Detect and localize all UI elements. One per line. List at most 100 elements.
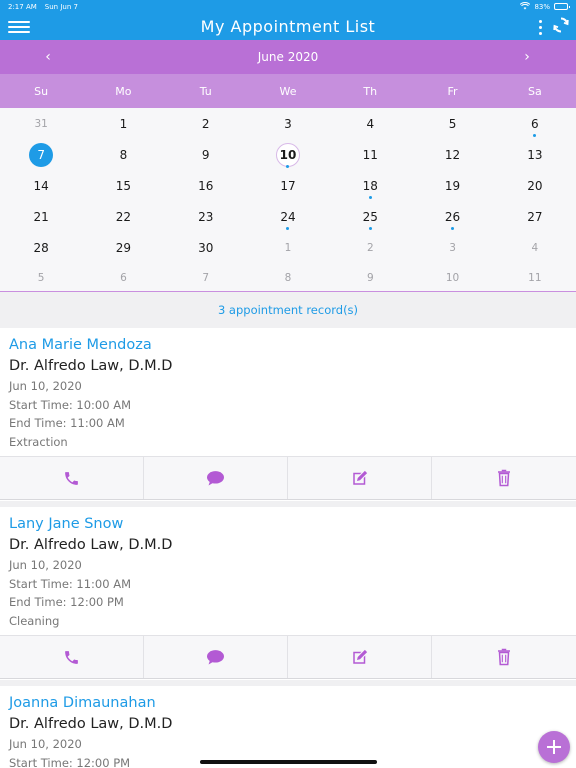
- calendar-day[interactable]: 1: [247, 232, 329, 263]
- calendar-week: 7 8 9 10 11 12 13: [0, 139, 576, 170]
- procedure: Extraction: [9, 434, 68, 449]
- calendar-day[interactable]: 30: [165, 232, 247, 263]
- calendar-day[interactable]: 31: [0, 108, 82, 139]
- calendar-day[interactable]: 11: [329, 139, 411, 170]
- day-number: 31: [34, 117, 48, 130]
- day-number: 30: [198, 240, 214, 255]
- edit-button[interactable]: [288, 457, 432, 499]
- calendar-day[interactable]: 6: [494, 108, 576, 139]
- message-button[interactable]: [144, 636, 288, 678]
- calendar-day[interactable]: 3: [411, 232, 493, 263]
- card-actions: [0, 456, 576, 500]
- calendar-day[interactable]: 22: [82, 201, 164, 232]
- appointment-dot: [451, 227, 455, 230]
- calendar-day[interactable]: 25: [329, 201, 411, 232]
- calendar-day[interactable]: 9: [329, 263, 411, 292]
- calendar-day[interactable]: 17: [247, 170, 329, 201]
- day-number: 9: [201, 147, 210, 162]
- calendar-day[interactable]: 19: [411, 170, 493, 201]
- calendar-day[interactable]: 3: [247, 108, 329, 139]
- calendar-day[interactable]: 1: [82, 108, 164, 139]
- weekday-label: Mo: [115, 84, 132, 98]
- day-number: 29: [115, 240, 132, 255]
- doctor-name: Dr. Alfredo Law, D.M.D: [9, 537, 173, 553]
- appointment-dot: [368, 196, 372, 199]
- edit-icon: [352, 649, 367, 664]
- weekday-label: Fr: [447, 84, 458, 98]
- calendar-day[interactable]: 27: [494, 201, 576, 232]
- add-appointment-button[interactable]: [538, 731, 570, 763]
- calendar-day[interactable]: 29: [82, 232, 164, 263]
- next-month-button[interactable]: ›: [516, 46, 538, 68]
- calendar-day[interactable]: 14: [0, 170, 82, 201]
- calendar-day[interactable]: 26: [411, 201, 493, 232]
- calendar-day[interactable]: 24: [247, 201, 329, 232]
- delete-button[interactable]: [432, 636, 576, 678]
- day-number: 8: [119, 147, 128, 162]
- calendar-day[interactable]: 6: [82, 263, 164, 292]
- day-number: 1: [119, 116, 128, 131]
- call-button[interactable]: [0, 636, 144, 678]
- day-number: 15: [115, 178, 132, 193]
- calendar-day[interactable]: 21: [0, 201, 82, 232]
- calendar-day[interactable]: 7: [165, 263, 247, 292]
- month-header: ‹ June 2020 ›: [0, 40, 576, 74]
- calendar-week: 14 15 16 17 18 19 20: [0, 170, 576, 201]
- kebab-icon[interactable]: [537, 18, 544, 37]
- day-number: 11: [362, 147, 378, 162]
- calendar-day[interactable]: 8: [247, 263, 329, 292]
- calendar-day[interactable]: 8: [82, 139, 164, 170]
- calendar-day[interactable]: 9: [165, 139, 247, 170]
- delete-button[interactable]: [432, 457, 576, 499]
- hamburger-icon[interactable]: [8, 17, 30, 37]
- day-number: 14: [33, 178, 49, 193]
- battery-icon: [554, 3, 570, 10]
- patient-name[interactable]: Lany Jane Snow: [9, 514, 567, 535]
- calendar-day[interactable]: 2: [329, 232, 411, 263]
- doctor-name: Dr. Alfredo Law, D.M.D: [9, 716, 173, 732]
- refresh-icon[interactable]: [552, 16, 570, 38]
- day-number: 9: [366, 271, 374, 284]
- day-number: 5: [448, 116, 457, 131]
- calendar-day[interactable]: 4: [329, 108, 411, 139]
- day-number: 22: [115, 209, 132, 224]
- calendar-day-selected[interactable]: 7: [0, 139, 82, 170]
- calendar-day[interactable]: 18: [329, 170, 411, 201]
- day-number: 7: [29, 142, 54, 167]
- calendar-week: 21 22 23 24 25 26 27: [0, 201, 576, 232]
- message-button[interactable]: [144, 457, 288, 499]
- calendar-day[interactable]: 28: [0, 232, 82, 263]
- phone-icon: [65, 471, 78, 485]
- calendar-day[interactable]: 11: [494, 263, 576, 292]
- status-bar: 2:17 AM Sun Jun 7 83%: [0, 0, 576, 13]
- calendar-day[interactable]: 5: [411, 108, 493, 139]
- status-time: 2:17 AM: [8, 2, 37, 11]
- procedure: Cleaning: [9, 613, 60, 628]
- calendar-day[interactable]: 4: [494, 232, 576, 263]
- day-number: 4: [366, 116, 375, 131]
- patient-name[interactable]: Ana Marie Mendoza: [9, 335, 567, 356]
- edit-button[interactable]: [288, 636, 432, 678]
- calendar-day[interactable]: 12: [411, 139, 493, 170]
- calendar-day[interactable]: 13: [494, 139, 576, 170]
- calendar-day[interactable]: 16: [165, 170, 247, 201]
- day-number: 27: [527, 209, 543, 224]
- call-button[interactable]: [0, 457, 144, 499]
- calendar-day[interactable]: 15: [82, 170, 164, 201]
- calendar-day[interactable]: 5: [0, 263, 82, 292]
- appointment-card: Ana Marie Mendoza Dr. Alfredo Law, D.M.D…: [0, 328, 576, 501]
- day-number: 3: [449, 241, 456, 254]
- end-time: End Time: 11:00 AM: [9, 416, 125, 431]
- calendar-day[interactable]: 10: [411, 263, 493, 292]
- calendar-day[interactable]: 20: [494, 170, 576, 201]
- calendar-day[interactable]: 2: [165, 108, 247, 139]
- start-time: Start Time: 11:00 AM: [9, 576, 132, 591]
- prev-month-button[interactable]: ‹: [37, 46, 59, 68]
- home-indicator: [200, 760, 377, 764]
- calendar-day-today[interactable]: 10: [247, 139, 329, 170]
- chat-icon: [207, 649, 224, 664]
- day-number: 2: [366, 241, 374, 254]
- patient-name[interactable]: Joanna Dimaunahan: [9, 693, 567, 714]
- day-number: 20: [527, 178, 543, 193]
- calendar-day[interactable]: 23: [165, 201, 247, 232]
